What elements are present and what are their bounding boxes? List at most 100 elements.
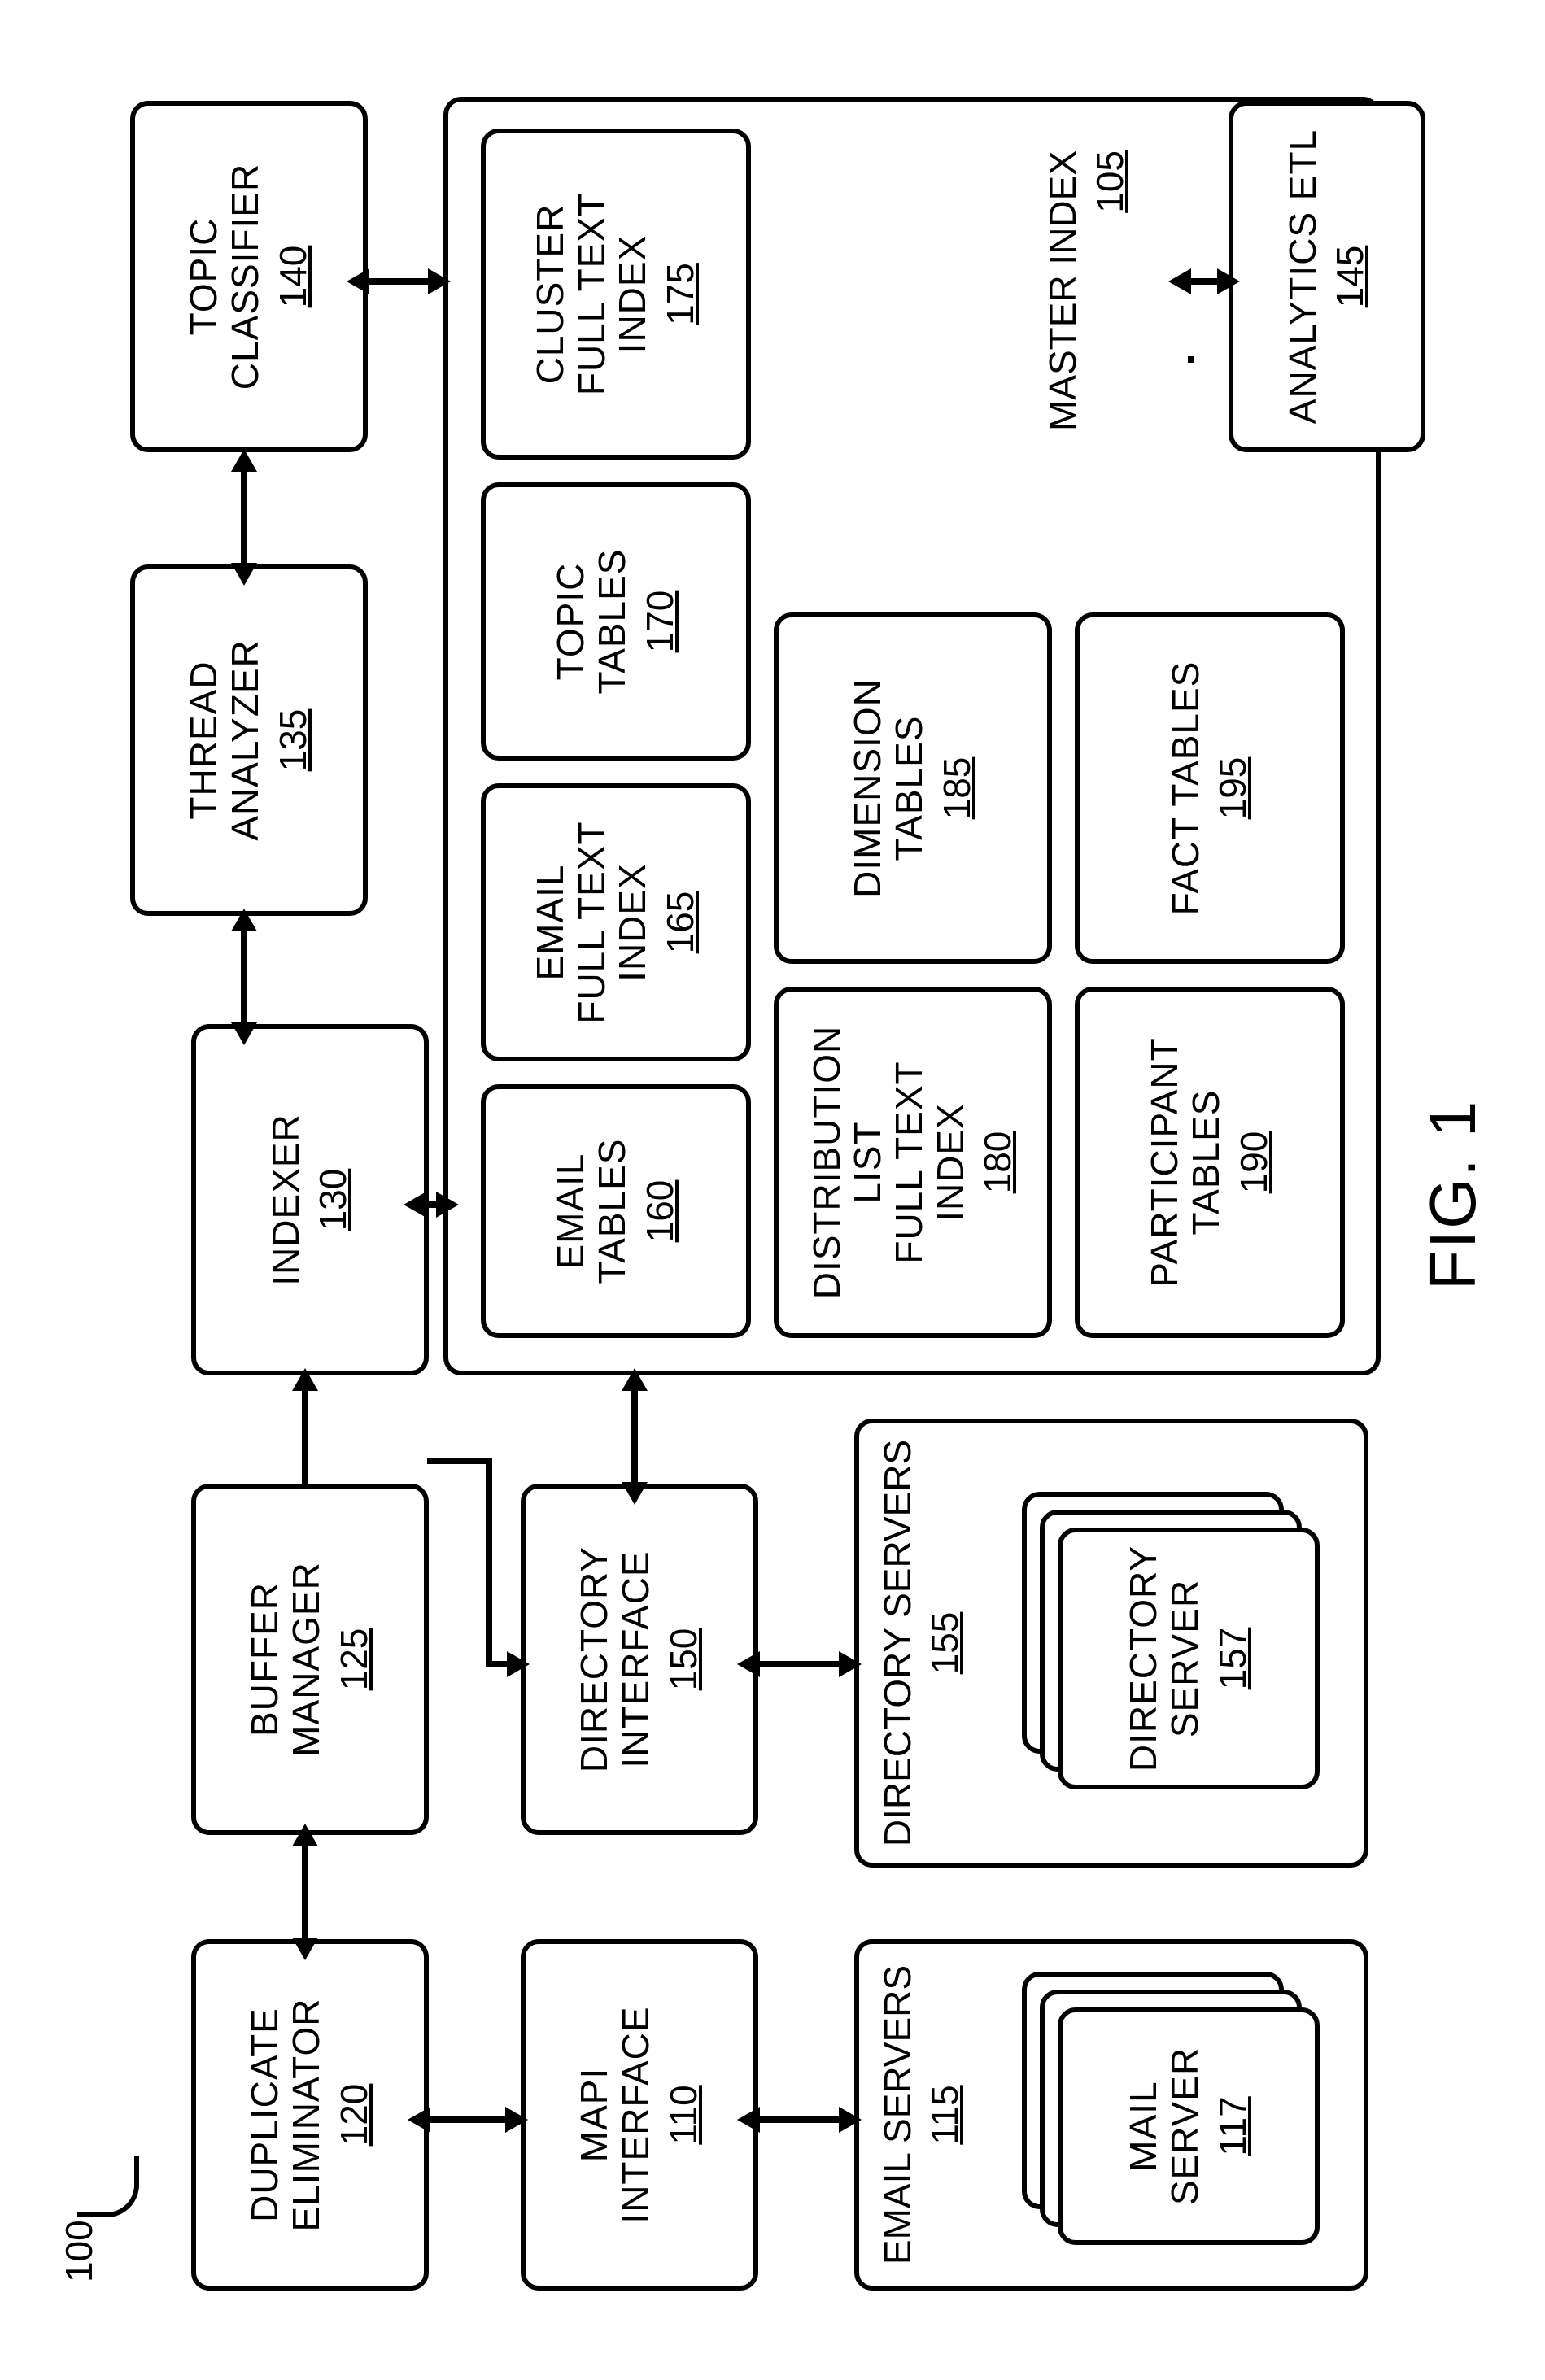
label: TOPICCLASSIFIER (183, 163, 265, 390)
arrowhead-down-icon (428, 268, 451, 294)
label: ANALYTICS ETL (1282, 129, 1324, 424)
arrowhead-down-icon (505, 2107, 528, 2133)
block-dimension-tables: DIMENSIONTABLES 185 (774, 612, 1052, 964)
block-directory-interface: DIRECTORYINTERFACE 150 (521, 1484, 758, 1835)
arrowhead-left-icon (231, 563, 257, 586)
label: DISTRIBUTIONLISTFULL TEXTINDEX (806, 1026, 971, 1300)
label: PARTICIPANTTABLES (1144, 1037, 1226, 1287)
num: 115 (923, 1944, 967, 2286)
block-cluster-fti: CLUSTERFULL TEXTINDEX 175 (481, 129, 751, 460)
arrow (366, 278, 431, 285)
arrowhead-left-icon (292, 1938, 318, 1960)
num: 150 (661, 1628, 705, 1691)
arrowhead-up-icon (408, 2107, 430, 2133)
label: THREADANALYZER (183, 639, 265, 840)
num: 110 (661, 2085, 705, 2144)
container-email-servers: EMAIL SERVERS 115 MAIL SERVER 117 (854, 1939, 1368, 2291)
num: 135 (271, 709, 315, 772)
block-buffer-manager: BUFFERMANAGER 125 (191, 1484, 429, 1835)
num: 130 (311, 1169, 355, 1231)
num: 180 (975, 1131, 1019, 1194)
num: 190 (1232, 1131, 1276, 1194)
arrow (1188, 356, 1194, 363)
title: MASTER INDEX 105 (1041, 150, 1132, 431)
num: 120 (332, 2084, 376, 2147)
label: DIRECTORYINTERFACE (574, 1546, 656, 1772)
label: FACT TABLES (1165, 661, 1207, 916)
figure-label: FIG. 1 (1416, 1100, 1490, 1290)
arrow (241, 469, 247, 566)
label: EMAILTABLES (550, 1139, 632, 1284)
num: 160 (638, 1180, 682, 1243)
block-topic-classifier: TOPICCLASSIFIER 140 (130, 101, 368, 452)
arrow (757, 2116, 842, 2123)
arrow (757, 1661, 842, 1667)
arrow (1188, 278, 1220, 285)
label: TOPICTABLES (550, 549, 632, 695)
arrowhead-up-icon (347, 268, 369, 294)
arrowhead-down-icon (839, 1651, 862, 1677)
arrowhead-up-icon (404, 1192, 426, 1218)
block-analytics-etl: ANALYTICS ETL 145 (1229, 101, 1425, 452)
num: 165 (658, 891, 702, 954)
num: 175 (658, 263, 702, 325)
arrow (486, 1458, 492, 1667)
arrowhead-up-icon (737, 1651, 760, 1677)
arrowhead-down-icon (839, 2107, 862, 2133)
ref-hook (77, 2156, 139, 2217)
label: DIMENSIONTABLES (847, 678, 929, 898)
label: DIRECTORYSERVER (1123, 1545, 1205, 1772)
block-dist-list-fti: DISTRIBUTIONLISTFULL TEXTINDEX 180 (774, 987, 1052, 1338)
block-topic-tables: TOPICTABLES 170 (481, 482, 751, 761)
block-participant-tables: PARTICIPANTTABLES 190 (1075, 987, 1345, 1338)
label: DIRECTORY SERVERS (876, 1440, 919, 1846)
arrowhead-right-icon (231, 909, 257, 931)
block-thread-analyzer: THREADANALYZER 135 (130, 564, 368, 916)
label: MASTER INDEX (1041, 150, 1084, 431)
num: 185 (935, 757, 979, 820)
arrowhead-right-icon (292, 1824, 318, 1846)
arrow (631, 1388, 638, 1485)
num: 117 (1211, 2096, 1255, 2156)
arrow (302, 1388, 308, 1485)
num: 125 (332, 1628, 376, 1691)
arrowhead-down-icon (436, 1192, 459, 1218)
arrowhead-left-icon (622, 1482, 648, 1505)
arrowhead-left-icon (231, 1022, 257, 1045)
arrowhead-right-icon (292, 1368, 318, 1391)
label: BUFFERMANAGER (244, 1562, 326, 1757)
label: MAPIINTERFACE (574, 2006, 656, 2223)
block-mapi-interface: MAPIINTERFACE 110 (521, 1939, 758, 2291)
arrowhead-up-icon (737, 2107, 760, 2133)
num: 170 (638, 591, 682, 653)
num: 195 (1211, 757, 1255, 820)
block-email-fti: EMAILFULL TEXTINDEX 165 (481, 783, 751, 1061)
block-fact-tables: FACT TABLES 195 (1075, 612, 1345, 964)
num: 140 (271, 246, 315, 308)
title: DIRECTORY SERVERS 155 (875, 1423, 967, 1863)
label: EMAILFULL TEXTINDEX (530, 821, 653, 1023)
num: 145 (1328, 246, 1372, 308)
arrowhead-down-icon (1217, 268, 1240, 294)
stack-mail-server: MAIL SERVER 117 (1022, 1977, 1315, 2245)
arrowhead-right-icon (231, 449, 257, 472)
arrow (427, 2116, 508, 2123)
arrow (241, 928, 247, 1026)
label: EMAIL SERVERS (876, 1965, 919, 2264)
arrowhead-down-icon (507, 1651, 530, 1677)
num: 105 (1088, 150, 1132, 431)
label: MAIL SERVER (1123, 2012, 1205, 2240)
arrowhead-up-icon (1168, 268, 1191, 294)
arrowhead-right-icon (622, 1368, 648, 1391)
stack-directory-server: DIRECTORYSERVER 157 (1022, 1497, 1315, 1789)
label: INDEXER (265, 1114, 307, 1285)
num: 155 (923, 1423, 967, 1863)
num: 157 (1211, 1628, 1255, 1690)
label: DUPLICATEELIMINATOR (244, 1999, 326, 2232)
block-indexer: INDEXER 130 (191, 1024, 429, 1375)
block-duplicate-eliminator: DUPLICATEELIMINATOR 120 (191, 1939, 429, 2291)
block-email-tables: EMAILTABLES 160 (481, 1084, 751, 1338)
arrow (302, 1843, 308, 1941)
title: EMAIL SERVERS 115 (875, 1944, 967, 2286)
label: CLUSTERFULL TEXTINDEX (530, 193, 653, 395)
